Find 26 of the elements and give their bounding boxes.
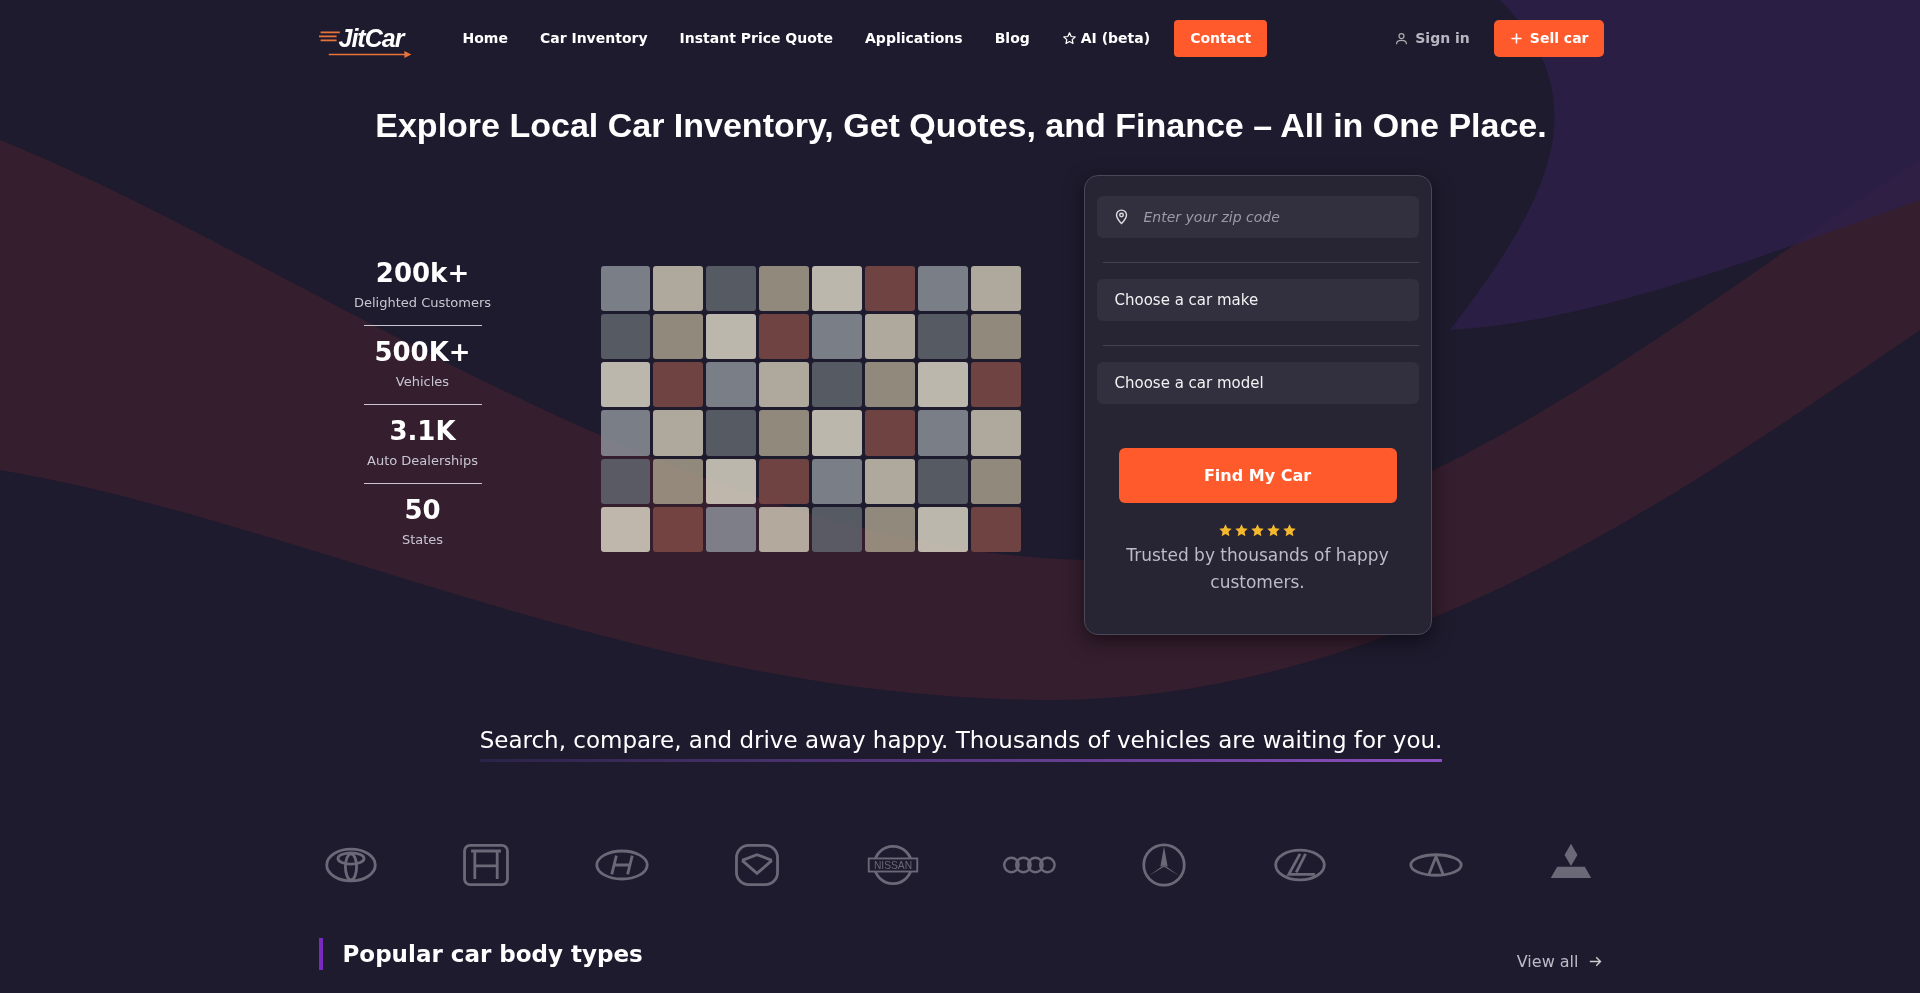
user-icon bbox=[1394, 30, 1410, 46]
sign-in-link[interactable]: Sign in bbox=[1394, 30, 1470, 46]
nav-link[interactable]: Applications bbox=[865, 30, 963, 46]
section-title: Popular car body types bbox=[318, 937, 643, 970]
stat-value: 200k+ bbox=[375, 257, 470, 290]
tagline: Search, compare, and drive away happy. Thousands of vehicles are waiting for you. bbox=[479, 727, 1443, 762]
nav-link[interactable]: Instant Price Quote bbox=[679, 30, 834, 46]
stat-value: 50 bbox=[404, 494, 441, 527]
nav-link[interactable]: Home bbox=[462, 30, 508, 46]
stat-value: 500K+ bbox=[374, 336, 471, 369]
stat-label: States bbox=[401, 531, 444, 549]
car-model-select[interactable]: Choose a car model bbox=[1096, 362, 1419, 404]
nav-link[interactable]: Car Inventory bbox=[539, 30, 648, 46]
nav-link[interactable]: AI (beta) bbox=[1061, 30, 1151, 46]
trust-text: Trusted by thousands of happy customers. bbox=[1125, 544, 1390, 594]
stat-value: 3.1K bbox=[389, 415, 456, 448]
star-icon bbox=[1061, 30, 1077, 46]
zip-code-field[interactable]: Enter your zip code bbox=[1096, 196, 1419, 238]
jitcar-logo[interactable]: JitCar bbox=[318, 18, 415, 58]
view-all-link[interactable]: View all bbox=[1516, 952, 1604, 971]
hero-title: Explore Local Car Inventory, Get Quotes, and Finance – All in One Place. bbox=[374, 106, 1548, 145]
car-make-select[interactable]: Choose a car make bbox=[1096, 279, 1419, 321]
stat-label: Vehicles bbox=[395, 373, 450, 391]
stat-label: Delighted Customers bbox=[353, 294, 492, 312]
nav-link[interactable]: Blog bbox=[994, 30, 1030, 46]
stat-label: Auto Dealerships bbox=[367, 452, 478, 470]
